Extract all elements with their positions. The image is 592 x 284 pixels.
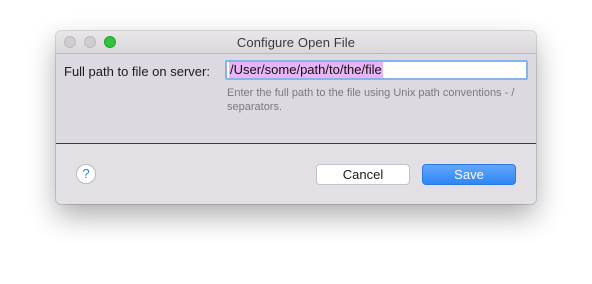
question-mark-icon: ? bbox=[82, 166, 90, 181]
window-title: Configure Open File bbox=[236, 35, 356, 50]
path-help-text: Enter the full path to the file using Un… bbox=[227, 87, 515, 113]
help-button[interactable]: ? bbox=[76, 164, 96, 184]
server-path-input[interactable]: /User/some/path/to/the/file bbox=[225, 60, 528, 80]
selected-path-text: /User/some/path/to/the/file bbox=[229, 62, 383, 78]
cancel-button[interactable]: Cancel bbox=[316, 164, 410, 185]
dialog-content: Full path to file on server: /User/some/… bbox=[56, 54, 536, 144]
dialog-footer: ? Cancel Save bbox=[56, 144, 536, 204]
path-field-label: Full path to file on server: bbox=[64, 64, 210, 79]
save-button[interactable]: Save bbox=[422, 164, 516, 185]
desktop-background: Configure Open File Full path to file on… bbox=[0, 0, 592, 284]
title-bar: Configure Open File bbox=[56, 31, 536, 54]
configure-open-file-dialog: Configure Open File Full path to file on… bbox=[56, 31, 536, 204]
